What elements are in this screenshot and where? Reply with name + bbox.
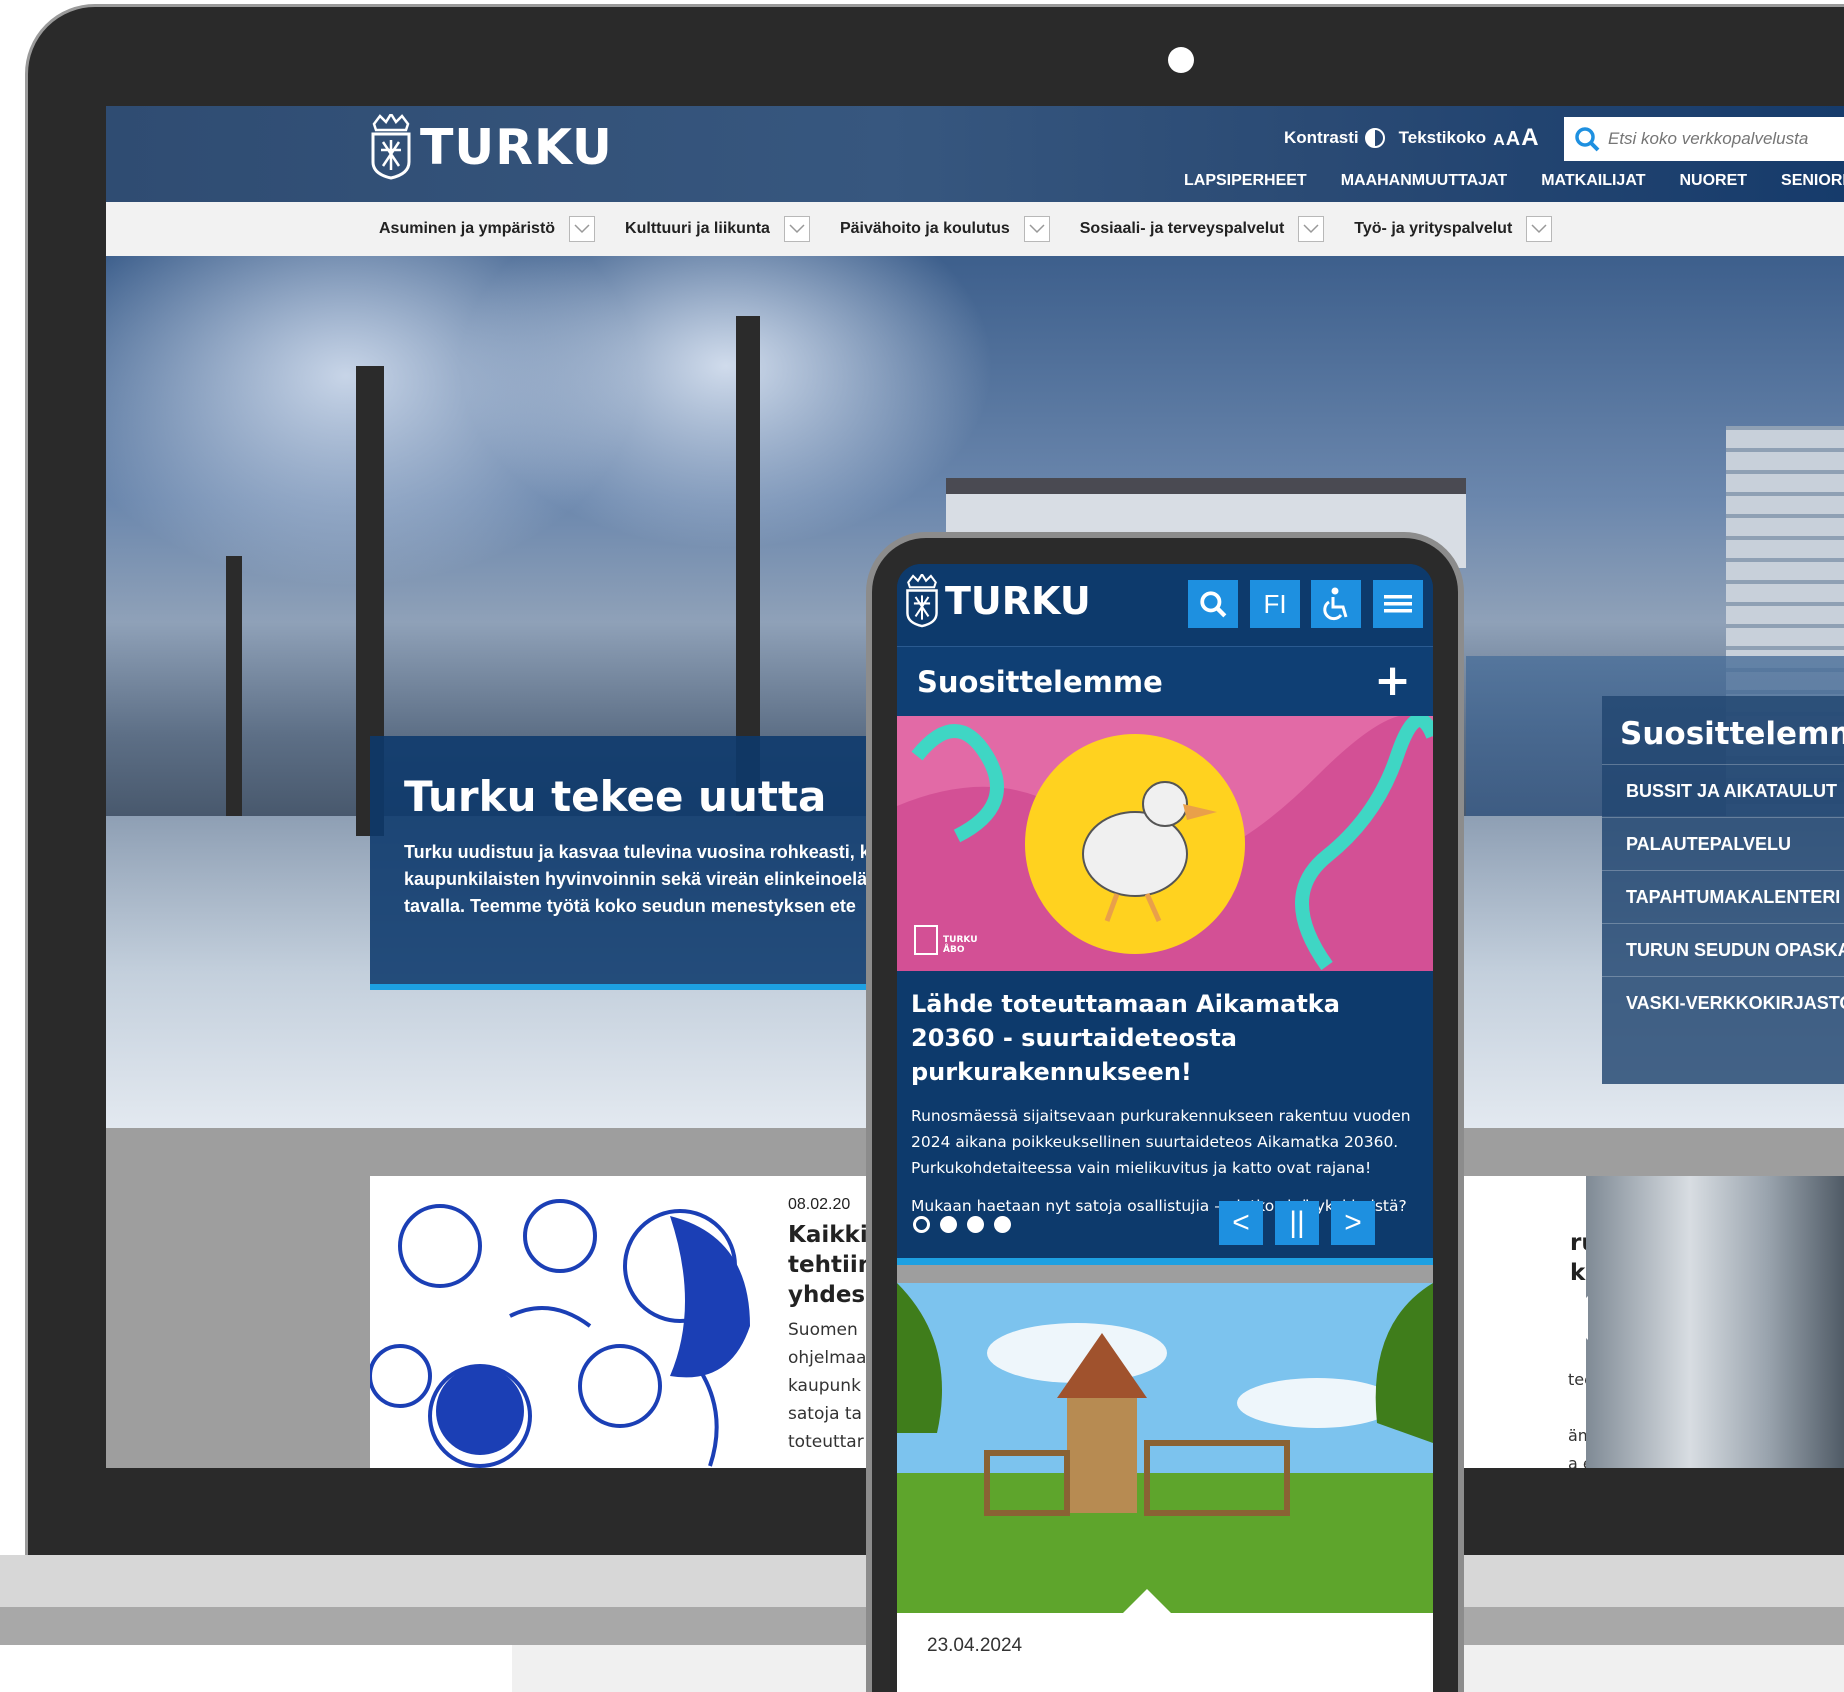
audience-nav: LAPSIPERHEET MAAHANMUUTTAJAT MATKAILIJAT…: [1184, 172, 1844, 190]
chevron-down-icon[interactable]: [1023, 216, 1050, 242]
coat-of-arms-icon: [906, 574, 938, 628]
chevron-down-icon[interactable]: [783, 216, 810, 242]
recommend-link[interactable]: TURUN SEUDUN OPASKA: [1602, 923, 1844, 976]
news-meta: 08.02.20 Kaikkie tehtiin yhdess Suomen o…: [788, 1196, 870, 1456]
site-header: TURKU Kontrasti Tekstikoko AAA LAPSIPERH…: [106, 106, 1844, 202]
contrast-label[interactable]: Kontrasti: [1284, 128, 1359, 148]
audience-link-lapsiperheet[interactable]: LAPSIPERHEET: [1184, 172, 1307, 190]
chevron-down-icon[interactable]: [1526, 216, 1553, 242]
mobile-language-button[interactable]: FI: [1250, 580, 1300, 628]
accessibility-icon: [1323, 587, 1348, 621]
svg-text:ÅBO: ÅBO: [943, 944, 965, 955]
news-title-line: tehtiin: [788, 1252, 870, 1278]
hamburger-icon: [1384, 595, 1412, 613]
news-body-line: Suomen: [788, 1320, 858, 1340]
recommend-panel: Suosittelemme BUSSIT JA AIKATAULUT PALAU…: [1602, 696, 1844, 1084]
mobile-news-card[interactable]: 23.04.2024: [897, 1589, 1433, 1692]
recommend-link[interactable]: PALAUTEPALVELU: [1602, 817, 1844, 870]
recommend-link[interactable]: VASKI-VERKKOKIRJASTO: [1602, 976, 1844, 1029]
mobile-search-button[interactable]: [1188, 580, 1238, 628]
mobile-logo[interactable]: TURKU: [905, 574, 1091, 628]
nav-item-label: Työ- ja yrityspalvelut: [1354, 220, 1513, 237]
chevron-down-icon[interactable]: [569, 216, 596, 242]
news-body-line: toteuttar: [788, 1432, 864, 1452]
carousel-prev-button[interactable]: <: [1219, 1201, 1263, 1245]
textsize-small-button[interactable]: A: [1493, 132, 1505, 150]
site-logo[interactable]: TURKU: [370, 114, 613, 180]
audience-link-nuoret[interactable]: NUORET: [1679, 172, 1747, 190]
hero-text-line: Turku uudistuu ja kasvaa tulevina vuosin…: [404, 842, 870, 862]
news-image: [1566, 1176, 1844, 1468]
mobile-site: TURKU FI Suosittelemme + TURKU ÅBO Lähde…: [897, 564, 1433, 1692]
contrast-icon[interactable]: [1364, 128, 1385, 148]
textsize-options: AAA: [1492, 124, 1538, 152]
mobile-accessibility-button[interactable]: [1311, 580, 1361, 628]
nav-item-paivahoito[interactable]: Päivähoito ja koulutus: [840, 216, 1050, 242]
carousel-text: Runosmäessä sijaitsevaan purkurakennukse…: [911, 1107, 1411, 1177]
textsize-large-button[interactable]: A: [1521, 124, 1538, 152]
carousel-pause-button[interactable]: ||: [1275, 1201, 1319, 1245]
hero-title: Turku tekee uutta: [404, 772, 827, 821]
search-icon: [1200, 591, 1227, 618]
carousel-next-button[interactable]: >: [1331, 1201, 1375, 1245]
nav-item-tyo[interactable]: Työ- ja yrityspalvelut: [1354, 216, 1553, 242]
textsize-label: Tekstikoko: [1398, 128, 1487, 147]
laptop-camera: [1168, 47, 1194, 73]
section-gap: [897, 1265, 1433, 1283]
news-body-line: satoja ta: [788, 1404, 862, 1424]
news-title-line: Kaikkie: [788, 1222, 870, 1248]
news-title[interactable]: Kaikkie tehtiin yhdess: [788, 1220, 870, 1310]
faces-illustration: [370, 1176, 770, 1468]
carousel-title: Lähde toteuttamaan Aikamatka 20360 - suu…: [911, 990, 1340, 1086]
plus-icon: +: [1374, 655, 1411, 706]
textsize-medium-button[interactable]: A: [1506, 128, 1520, 151]
tree-trunk: [226, 556, 242, 816]
main-nav: Asuminen ja ympäristö Kulttuuri ja liiku…: [106, 202, 1844, 256]
news-body-line: kaupunk: [788, 1376, 861, 1396]
search-box: [1564, 117, 1844, 161]
mobile-header: TURKU FI: [897, 564, 1433, 646]
nav-item-sosiaali[interactable]: Sosiaali- ja terveyspalvelut: [1080, 216, 1325, 242]
news-title-line: yhdess: [788, 1282, 870, 1308]
mobile-news-date: 23.04.2024: [927, 1635, 1023, 1656]
news-card[interactable]: 08.02.20 Kaikkie tehtiin yhdess Suomen o…: [370, 1176, 870, 1468]
audience-link-maahanmuuttajat[interactable]: MAAHANMUUTTAJAT: [1341, 172, 1508, 190]
carousel-dot[interactable]: [994, 1216, 1011, 1233]
hero-text-line: tavalla. Teemme työtä koko seudun menest…: [404, 896, 856, 916]
recommend-title: Suosittelemme: [1620, 716, 1844, 752]
carousel-image: TURKU ÅBO: [897, 716, 1433, 971]
hero-card[interactable]: Turku tekee uutta Turku uudistuu ja kasv…: [370, 736, 890, 990]
accent-divider: [897, 1258, 1433, 1265]
carousel-dot[interactable]: [967, 1216, 984, 1233]
nav-item-label: Kulttuuri ja liikunta: [625, 220, 770, 237]
playground-photo: [897, 1283, 1433, 1613]
nav-item-asuminen[interactable]: Asuminen ja ympäristö: [379, 216, 596, 242]
audience-link-matkailijat[interactable]: MATKAILIJAT: [1541, 172, 1645, 190]
carousel-dot[interactable]: [940, 1216, 957, 1233]
carousel-dots: [913, 1216, 1011, 1233]
coat-of-arms-icon: [371, 114, 411, 180]
nav-item-label: Asuminen ja ympäristö: [379, 220, 556, 237]
mobile-recommend-toggle[interactable]: Suosittelemme +: [897, 646, 1433, 716]
utility-bar: Kontrasti Tekstikoko AAA: [1284, 124, 1539, 152]
audience-link-seniori[interactable]: SENIORI: [1781, 172, 1844, 190]
recommend-link[interactable]: TAPAHTUMAKALENTERI: [1602, 870, 1844, 923]
search-input[interactable]: [1608, 129, 1844, 149]
nav-item-kulttuuri[interactable]: Kulttuuri ja liikunta: [625, 216, 810, 242]
nav-item-label: Päivähoito ja koulutus: [839, 220, 1010, 237]
search-icon[interactable]: [1574, 126, 1600, 152]
recommend-link[interactable]: BUSSIT JA AIKATAULUT: [1602, 764, 1844, 817]
news-body-line: ohjelmaa: [788, 1348, 867, 1368]
mobile-menu-button[interactable]: [1373, 580, 1423, 628]
logo-text: TURKU: [420, 118, 613, 176]
news-date: 08.02.20: [788, 1196, 851, 1213]
mobile-recommend-label: Suosittelemme: [917, 665, 1163, 699]
hero-text-line: kaupunkilaisten hyvinvoinnin sekä vireän…: [404, 869, 868, 889]
news-body: Suomen ohjelmaa kaupunk satoja ta toteut…: [788, 1316, 870, 1456]
mobile-logo-text: TURKU: [945, 579, 1091, 623]
nav-item-label: Sosiaali- ja terveyspalvelut: [1079, 220, 1285, 237]
carousel-badge: TURKU: [943, 935, 978, 945]
carousel-dot[interactable]: [913, 1216, 930, 1233]
chevron-down-icon[interactable]: [1298, 216, 1325, 242]
